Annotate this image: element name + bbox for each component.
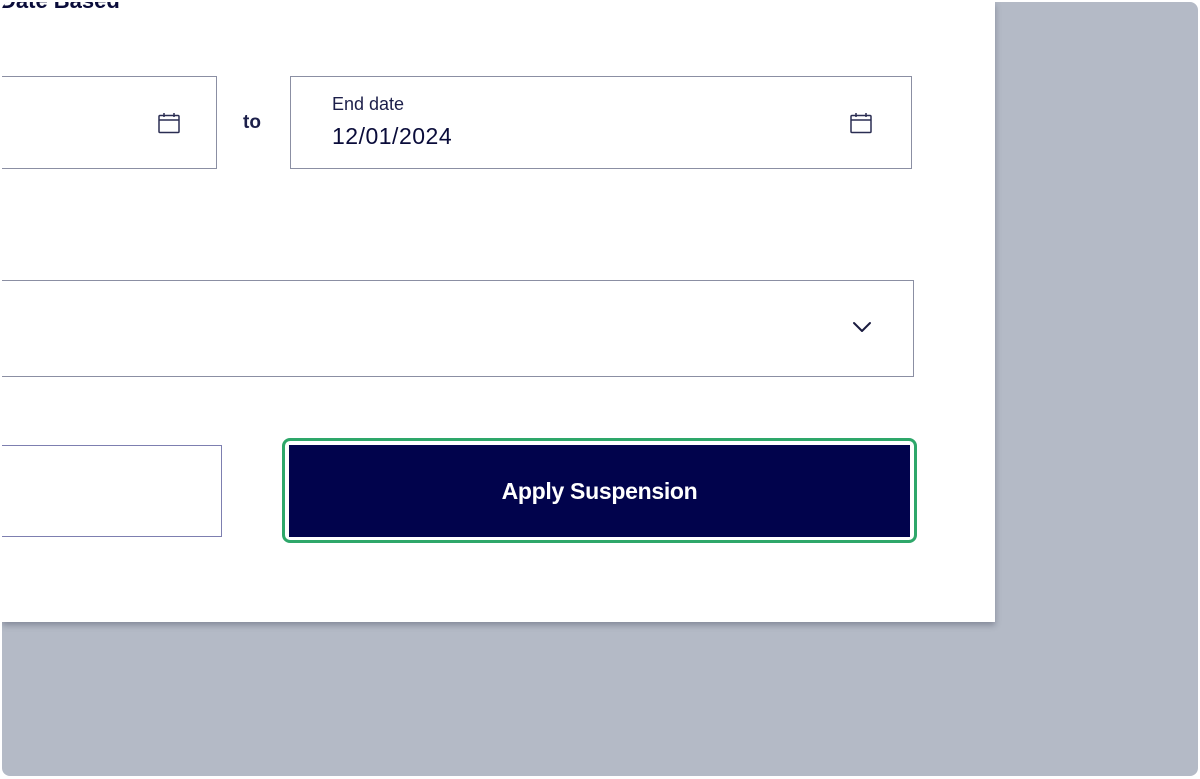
section-heading: Date Based (2, 2, 120, 14)
secondary-button[interactable] (2, 445, 222, 537)
end-date-field[interactable]: End date 12/01/2024 (290, 76, 912, 169)
end-date-label: End date (332, 94, 405, 114)
backdrop: Date Based to End date 12/01/2024 (2, 2, 1198, 776)
date-range-separator: to (243, 112, 261, 133)
reason-select[interactable] (2, 280, 914, 377)
apply-suspension-button[interactable]: Apply Suspension (289, 445, 910, 537)
calendar-icon[interactable] (849, 111, 873, 135)
calendar-icon[interactable] (157, 111, 181, 135)
end-date-value: 12/01/2024 (332, 123, 453, 149)
suspension-modal: Date Based to End date 12/01/2024 (2, 2, 995, 622)
chevron-down-icon[interactable] (851, 319, 873, 335)
start-date-field[interactable] (2, 76, 217, 169)
